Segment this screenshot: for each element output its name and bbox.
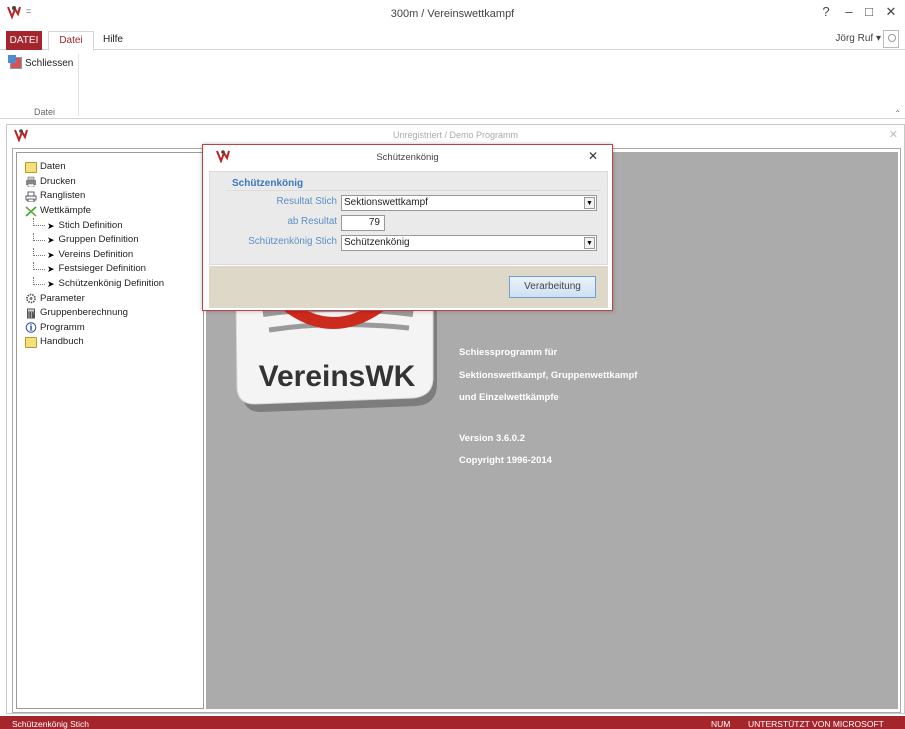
minimize-button[interactable]: – <box>838 4 860 19</box>
printer-icon <box>26 177 36 188</box>
tree-branch-line <box>33 276 45 285</box>
folder-icon <box>25 336 37 348</box>
verarbeitung-button[interactable]: Verarbeitung <box>509 276 596 298</box>
competition-icon <box>25 205 37 217</box>
tree-item-stich-definition[interactable]: ➤ Stich Definition <box>17 218 203 233</box>
tree-item-handbuch[interactable]: Handbuch <box>17 335 203 350</box>
tree-item-label: Gruppen Definition <box>58 234 139 246</box>
koenig-stich-select[interactable]: Schützenkönig ▼ <box>341 235 597 251</box>
print-list-icon <box>25 191 37 202</box>
file-tab[interactable]: DATEI <box>6 31 42 50</box>
calculator-icon <box>27 308 35 319</box>
tree-item-gruppenberechnung[interactable]: Gruppenberechnung <box>17 306 203 321</box>
main-form-title: Unregistriert / Demo Programm <box>392 130 519 140</box>
tree-item-label: Daten <box>40 161 66 173</box>
window-title: 300m / Vereinswettkampf <box>390 8 515 20</box>
dialog-title: Schützenkönig <box>376 152 439 163</box>
tree-branch-line <box>33 247 45 256</box>
tree-item-label: Schützenkönig Definition <box>58 278 165 290</box>
arrow-icon: ➤ <box>47 279 55 290</box>
tree-item-ranglisten[interactable]: Ranglisten <box>17 189 203 204</box>
arrow-icon: ➤ <box>47 264 55 275</box>
chevron-down-icon[interactable]: ▼ <box>584 237 595 249</box>
tree-branch-line <box>33 262 45 271</box>
tree-item-label: Wettkämpfe <box>40 205 92 217</box>
info-icon: i <box>25 322 37 334</box>
schliessen-label: Schliessen <box>25 57 74 69</box>
num-lock-indicator: NUM <box>711 719 731 729</box>
tree-item-label: Drucken <box>40 175 76 187</box>
resultat-stich-value: Sektionswettkampf <box>344 197 428 208</box>
tree-item-vereins-definition[interactable]: ➤ Vereins Definition <box>17 247 203 263</box>
status-bar: Schützenkönig Stich NUM UNTERSTÜTZT VON … <box>0 716 905 729</box>
tree-branch-line <box>33 218 45 227</box>
tree-item-label: Stich Definition <box>58 219 123 231</box>
gear-icon <box>26 293 36 304</box>
logo-text: VereinsWK <box>259 360 416 393</box>
tree-item-label: Handbuch <box>40 336 84 348</box>
tree-branch-line <box>33 232 45 241</box>
tree-item-label: Programm <box>40 321 85 333</box>
svg-text:i: i <box>29 323 32 333</box>
tree-item-festsieger-definition[interactable]: ➤ Festsieger Definition <box>17 262 203 277</box>
user-account[interactable]: Jörg Ruf ▾ <box>835 33 881 44</box>
folder-icon <box>25 161 37 173</box>
arrow-icon: ➤ <box>47 249 55 260</box>
ribbon-panel: Schliessen Datei ⌃ <box>0 51 905 119</box>
access-powered-label: UNTERSTÜTZT VON MICROSOFT ACCESS <box>748 719 884 729</box>
dialog-close-button[interactable]: ✕ <box>588 149 598 163</box>
resultat-stich-label: Resultat Stich <box>276 196 337 207</box>
copyright-text: Copyright 1996-2014 <box>459 455 552 466</box>
help-button[interactable]: ? <box>815 4 837 19</box>
koenig-stich-value: Schützenkönig <box>344 237 410 248</box>
ribbon-group-label: Datei <box>34 107 56 117</box>
info-line-3: und Einzelwettkämpfe <box>459 392 559 403</box>
tree-item-programm[interactable]: i Programm <box>17 321 203 336</box>
arrow-icon: ➤ <box>47 235 55 246</box>
tree-item-schuetzenkoenig-definition[interactable]: ➤ Schützenkönig Definition <box>17 276 203 292</box>
info-line-1: Schiessprogramm für <box>459 347 558 358</box>
version-text: Version 3.6.0.2 <box>459 432 526 444</box>
maximize-button[interactable]: □ <box>858 4 880 19</box>
chevron-down-icon[interactable]: ▼ <box>584 197 595 209</box>
section-title: Schützenkönig <box>232 178 304 189</box>
collapse-ribbon-icon[interactable]: ⌃ <box>894 109 901 118</box>
ab-resultat-input[interactable]: 79 <box>341 215 385 231</box>
close-form-icon <box>8 55 22 69</box>
tree-item-gruppen-definition[interactable]: ➤ Gruppen Definition <box>17 232 203 248</box>
ribbon-separator <box>78 54 79 116</box>
ribbon-tab-bar: DATEI Datei Hilfe Jörg Ruf ▾ <box>0 30 905 51</box>
tree-item-label: Parameter <box>40 292 85 304</box>
info-line-2: Sektionswettkampf, Gruppenwettkampf <box>459 369 638 381</box>
tree-item-label: Gruppenberechnung <box>40 307 129 319</box>
dialog-header: Schützenkönig ✕ <box>203 145 612 167</box>
title-bar: = 300m / Vereinswettkampf ? – □ ✕ <box>0 0 905 28</box>
tree-item-label: Ranglisten <box>40 190 86 202</box>
koenig-stich-label: Schützenkönig Stich <box>248 236 337 247</box>
tab-hilfe[interactable]: Hilfe <box>98 31 128 51</box>
arrow-icon: ➤ <box>47 220 55 231</box>
schliessen-button[interactable]: Schliessen <box>8 55 74 69</box>
status-text: Schützenkönig Stich <box>12 719 90 729</box>
tree-item-drucken[interactable]: Drucken <box>17 175 203 190</box>
resultat-stich-select[interactable]: Sektionswettkampf ▼ <box>341 195 597 211</box>
program-info: Schiessprogramm für Sektionswettkampf, G… <box>459 342 637 473</box>
tree-item-wettkaempfe[interactable]: Wettkämpfe <box>17 204 203 219</box>
tree-item-parameter[interactable]: Parameter <box>17 291 203 306</box>
tree-item-label: Festsieger Definition <box>58 263 146 275</box>
tree-item-label: Vereins Definition <box>58 248 134 260</box>
navigation-tree: Daten Drucken Ranglisten Wettkämpfe ➤ St… <box>16 152 204 709</box>
tree-item-daten[interactable]: Daten <box>17 160 203 175</box>
tab-datei[interactable]: Datei <box>48 31 94 51</box>
main-form-header: Unregistriert / Demo Programm ✕ <box>7 125 904 145</box>
avatar[interactable] <box>883 30 899 48</box>
ab-resultat-label: ab Resultat <box>287 216 337 227</box>
main-form-close-icon[interactable]: ✕ <box>889 128 898 141</box>
close-window-button[interactable]: ✕ <box>880 4 902 20</box>
section-divider <box>226 190 601 191</box>
schuetzenkoenig-dialog: Schützenkönig ✕ Schützenkönig Resultat S… <box>202 144 613 311</box>
